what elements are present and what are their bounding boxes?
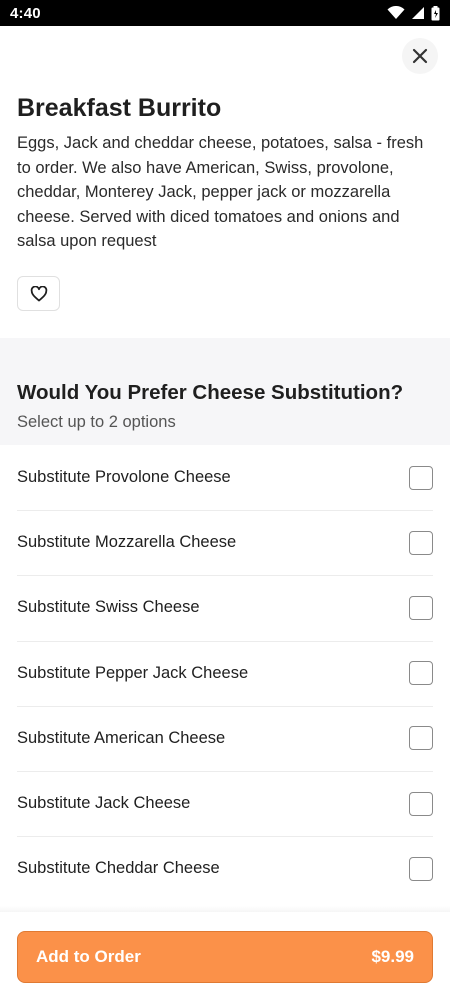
option-row[interactable]: Substitute Swiss Cheese: [0, 575, 450, 640]
close-button[interactable]: [402, 38, 438, 74]
option-label: Substitute Provolone Cheese: [17, 468, 231, 487]
favorite-button[interactable]: [17, 276, 60, 311]
option-label: Substitute Swiss Cheese: [17, 598, 200, 617]
status-bar: 4:40: [0, 0, 450, 26]
wifi-icon: [387, 6, 405, 19]
option-row[interactable]: Substitute Cheddar Cheese: [0, 836, 450, 901]
option-checkbox[interactable]: [409, 791, 433, 816]
option-row[interactable]: Substitute Mozzarella Cheese: [0, 510, 450, 575]
section-title: Would You Prefer Cheese Substitution?: [17, 381, 404, 404]
option-row[interactable]: Substitute Provolone Cheese: [0, 445, 450, 510]
status-time: 4:40: [10, 4, 41, 22]
price-label: $9.99: [371, 947, 414, 966]
add-to-order-button[interactable]: Add to Order $9.99: [17, 931, 433, 983]
status-icons: [387, 5, 440, 21]
signal-icon: [412, 7, 424, 19]
add-to-order-label: Add to Order: [36, 947, 141, 966]
item-description: Eggs, Jack and cheddar cheese, potatoes,…: [17, 134, 424, 251]
option-label: Substitute Jack Cheese: [17, 794, 191, 813]
option-checkbox[interactable]: [409, 856, 433, 881]
option-row[interactable]: Substitute Jack Cheese: [0, 770, 450, 836]
item-title: Breakfast Burrito: [17, 94, 222, 122]
heart-icon: [30, 285, 47, 301]
close-icon: [412, 48, 428, 64]
battery-icon: [431, 5, 440, 20]
section-subtitle: Select up to 2 options: [17, 413, 176, 431]
option-label: Substitute Cheddar Cheese: [17, 859, 220, 878]
option-checkbox[interactable]: [409, 530, 433, 555]
options-list: Substitute Provolone Cheese Substitute M…: [0, 445, 450, 901]
option-checkbox[interactable]: [409, 726, 433, 751]
option-label: Substitute Mozzarella Cheese: [17, 533, 237, 552]
option-label: Substitute American Cheese: [17, 728, 226, 747]
option-row[interactable]: Substitute Pepper Jack Cheese: [0, 640, 450, 706]
option-row[interactable]: Substitute American Cheese: [0, 705, 450, 771]
option-checkbox[interactable]: [409, 465, 433, 490]
option-checkbox[interactable]: [409, 661, 433, 686]
option-label: Substitute Pepper Jack Cheese: [17, 663, 249, 682]
option-checkbox[interactable]: [409, 595, 433, 620]
